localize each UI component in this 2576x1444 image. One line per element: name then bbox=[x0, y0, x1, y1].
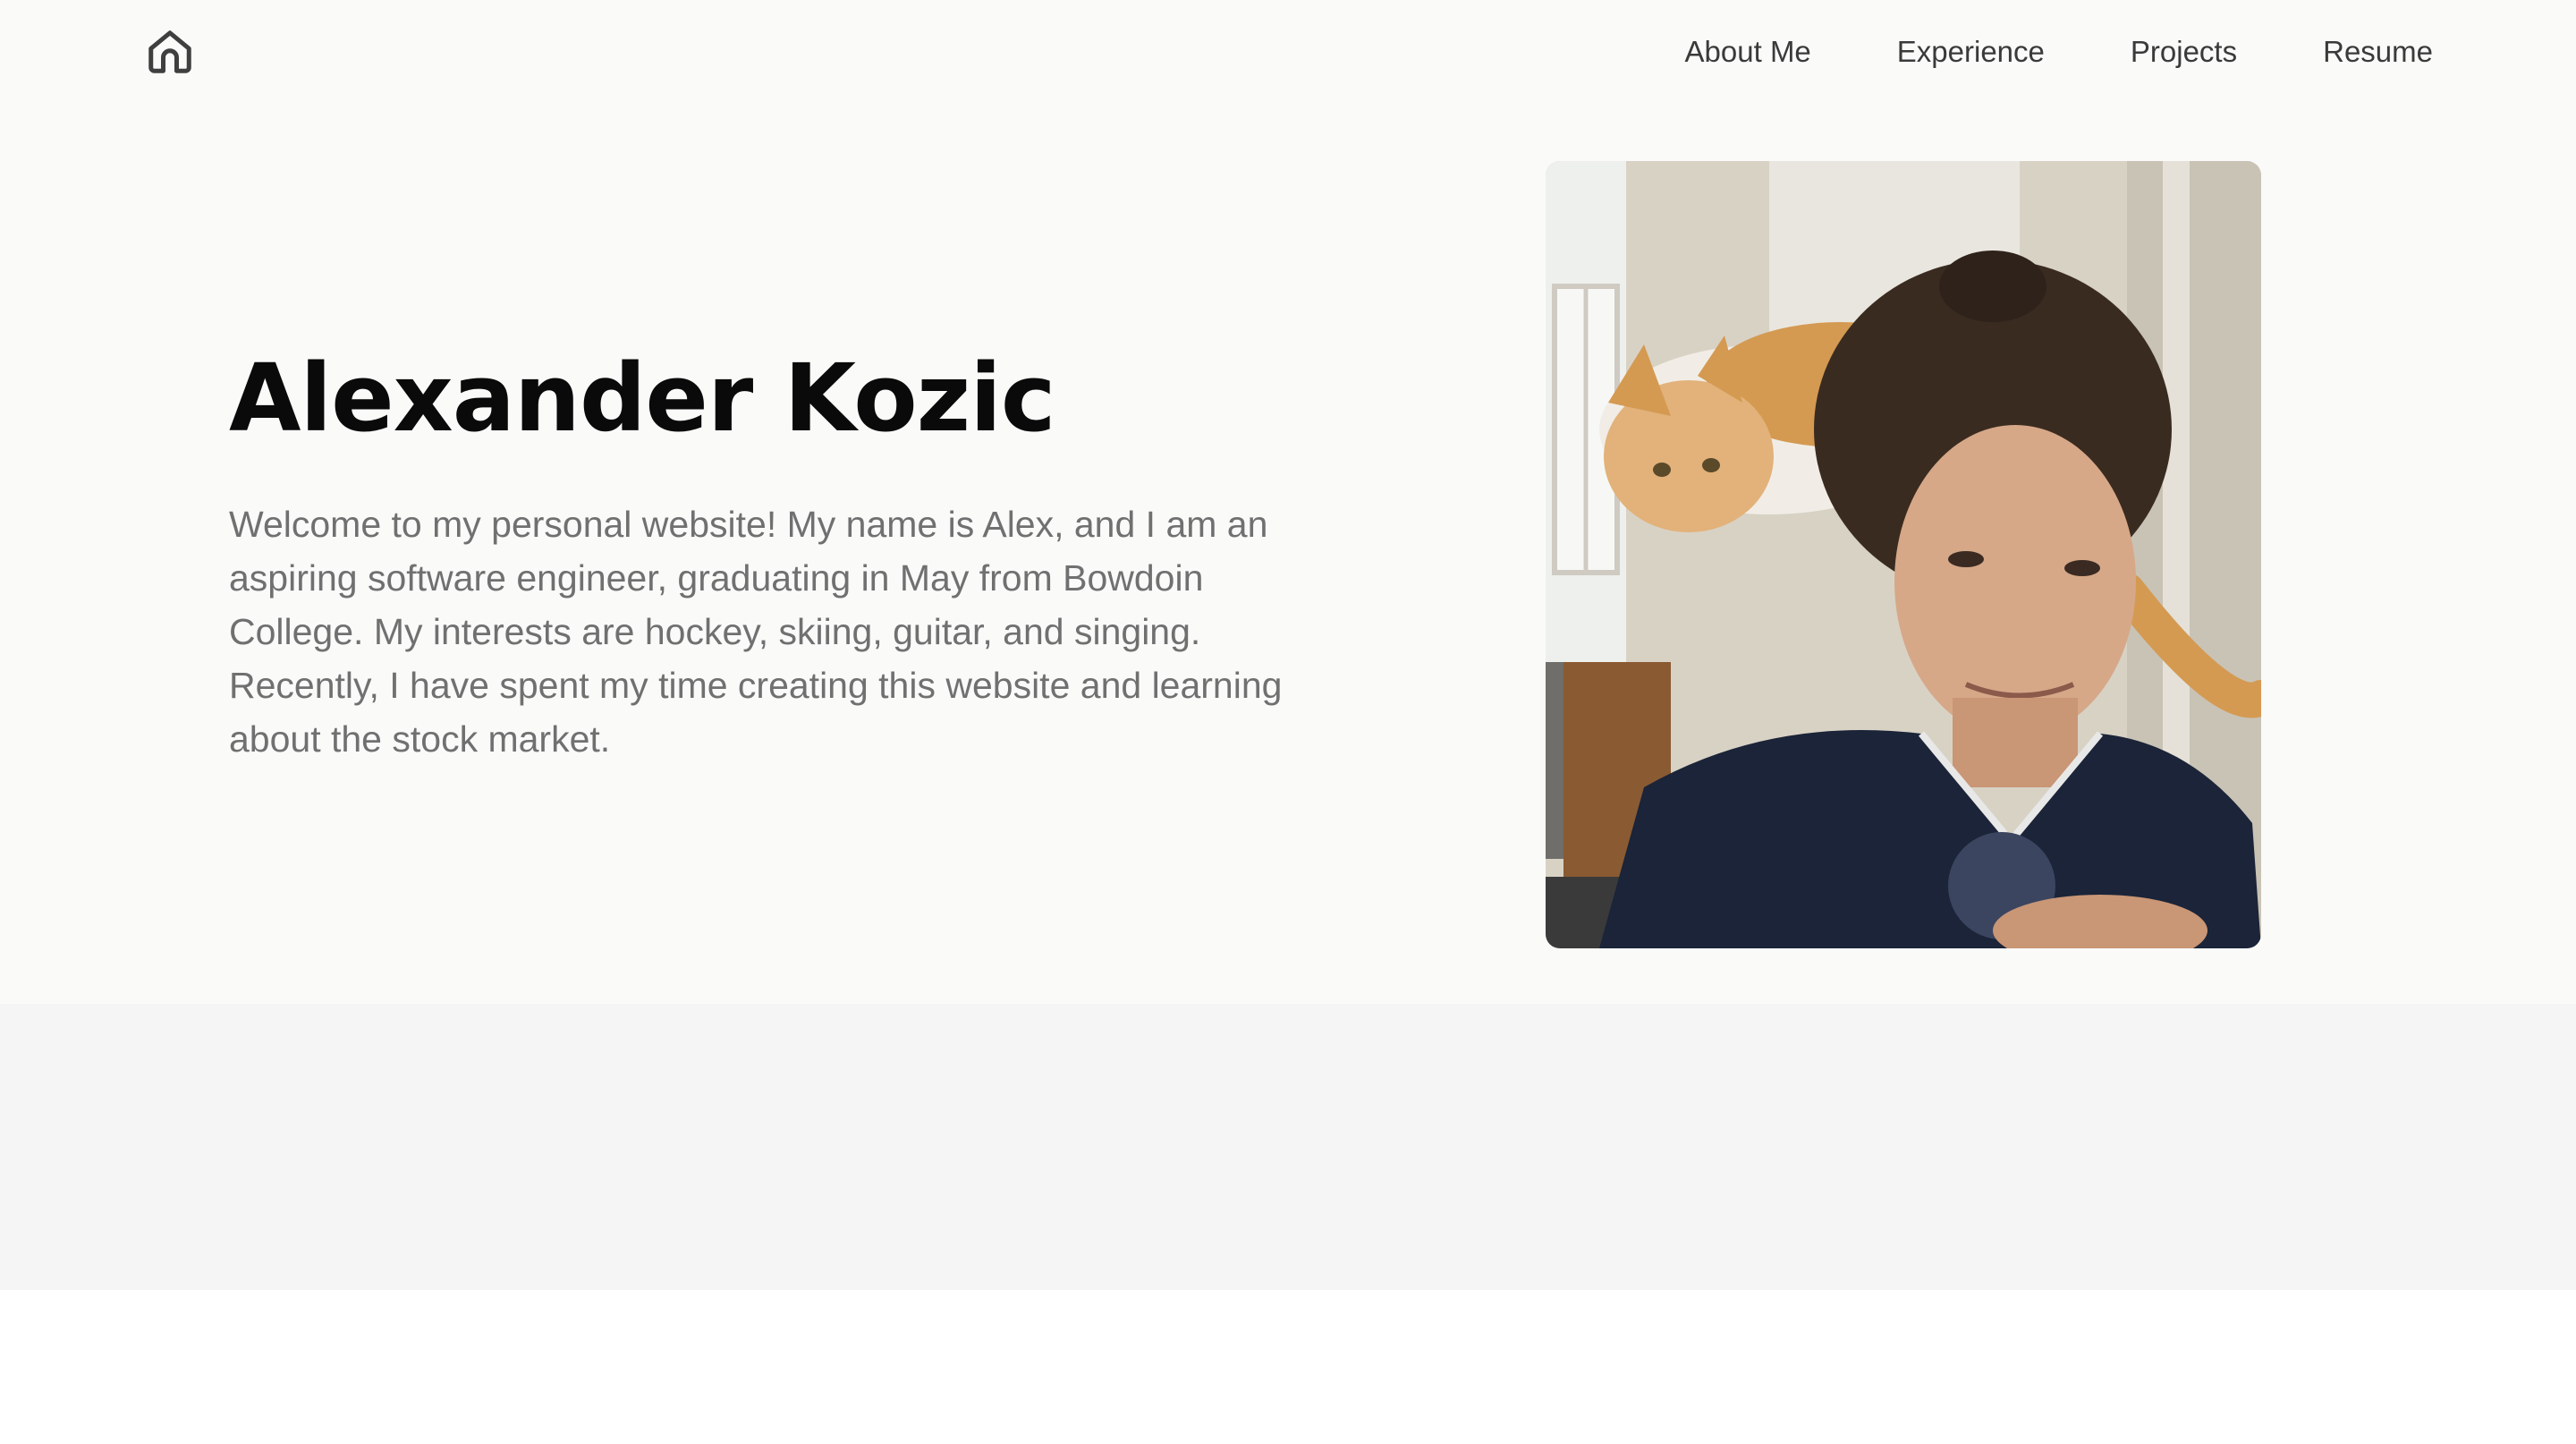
page: About Me Experience Projects Resume Alex… bbox=[0, 0, 2576, 1444]
home-icon bbox=[143, 25, 197, 79]
top-navigation: About Me Experience Projects Resume bbox=[0, 0, 2576, 107]
hero-section: About Me Experience Projects Resume Alex… bbox=[0, 0, 2576, 1004]
nav-link-projects[interactable]: Projects bbox=[2131, 27, 2237, 77]
page-title: Alexander Kozic bbox=[229, 344, 1056, 453]
nav-links: About Me Experience Projects Resume bbox=[1599, 27, 2433, 77]
secondary-section bbox=[0, 1004, 2576, 1290]
nav-link-about-me[interactable]: About Me bbox=[1685, 27, 1811, 77]
nav-link-experience[interactable]: Experience bbox=[1897, 27, 2045, 77]
home-button[interactable] bbox=[143, 25, 197, 79]
intro: Alexander Kozic Welcome to my personal w… bbox=[229, 340, 1284, 766]
profile-photo bbox=[1546, 161, 2261, 948]
bio-paragraph: Welcome to my personal website! My name … bbox=[229, 504, 1283, 760]
nav-link-resume[interactable]: Resume bbox=[2323, 27, 2433, 77]
